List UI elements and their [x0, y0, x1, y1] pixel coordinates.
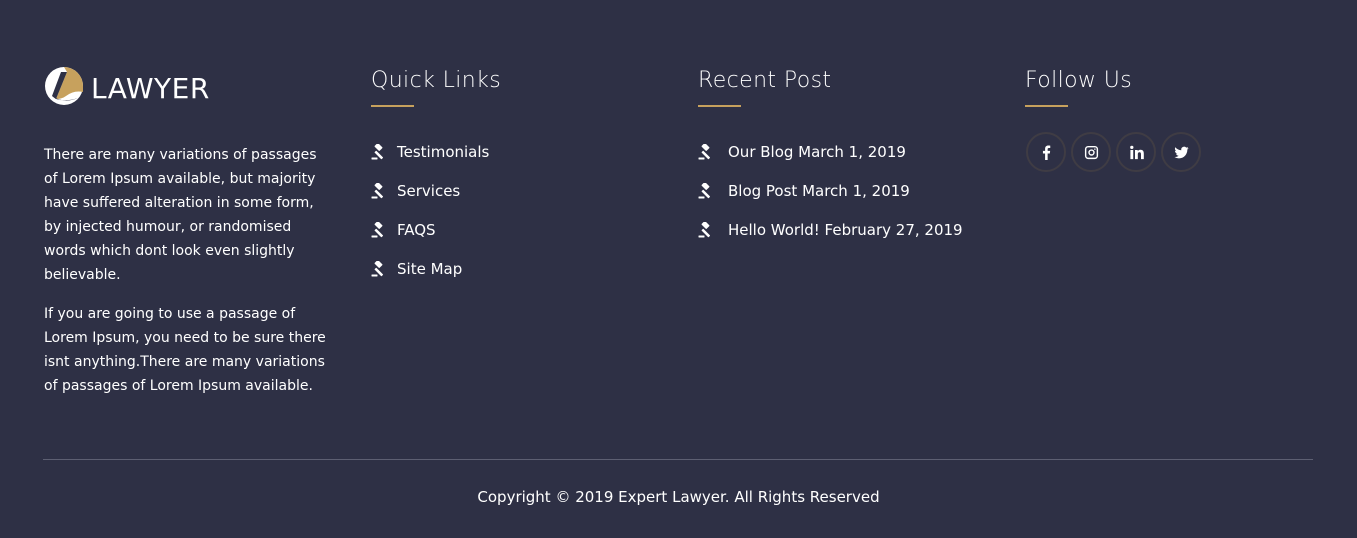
heading-underline	[698, 105, 741, 107]
recent-posts-column: Recent Post Our Blog March 1, 2019 Blog …	[698, 62, 1018, 249]
recent-post-label[interactable]: Blog Post March 1, 2019	[728, 182, 910, 200]
gavel-icon	[698, 182, 711, 198]
brand-name: LAWYER	[91, 71, 210, 105]
footer-divider	[43, 459, 1313, 460]
gavel-icon	[698, 221, 711, 237]
facebook-icon	[1042, 144, 1050, 160]
about-text: There are many variations of passages of…	[44, 143, 344, 398]
quick-link-faqs[interactable]: FAQS	[371, 210, 671, 249]
quick-link-services[interactable]: Services	[371, 171, 671, 210]
recent-post-label[interactable]: Hello World! February 27, 2019	[728, 221, 963, 239]
heading-underline	[371, 105, 414, 107]
quick-links-column: Quick Links Testimonials Services FAQS S…	[371, 62, 671, 288]
gavel-icon	[371, 143, 384, 159]
quick-link-label[interactable]: Services	[397, 182, 460, 200]
quick-link-site-map[interactable]: Site Map	[371, 249, 671, 288]
quick-link-label[interactable]: FAQS	[397, 221, 436, 239]
logo-mark-icon	[45, 67, 83, 105]
recent-post-item[interactable]: Hello World! February 27, 2019	[698, 210, 1018, 249]
recent-posts-list: Our Blog March 1, 2019 Blog Post March 1…	[698, 132, 1018, 249]
copyright-text: Copyright © 2019 Expert Lawyer. All Righ…	[477, 488, 880, 506]
twitter-button[interactable]	[1161, 132, 1201, 172]
facebook-button[interactable]	[1026, 132, 1066, 172]
about-paragraph-2: If you are going to use a passage of Lor…	[44, 306, 326, 394]
quick-link-label[interactable]: Testimonials	[397, 143, 489, 161]
follow-us-column: Follow Us	[1025, 62, 1325, 172]
gavel-icon	[371, 260, 384, 276]
quick-link-label[interactable]: Site Map	[397, 260, 462, 278]
quick-links-heading: Quick Links	[371, 68, 502, 93]
instagram-button[interactable]	[1071, 132, 1111, 172]
recent-posts-heading: Recent Post	[698, 68, 832, 93]
social-links	[1025, 132, 1325, 172]
gavel-icon	[371, 182, 384, 198]
about-paragraph-1: There are many variations of passages of…	[44, 147, 317, 283]
linkedin-icon	[1129, 145, 1144, 159]
gavel-icon	[698, 143, 711, 159]
quick-links-list: Testimonials Services FAQS Site Map	[371, 132, 671, 288]
follow-us-heading: Follow Us	[1025, 68, 1133, 93]
recent-post-item[interactable]: Our Blog March 1, 2019	[698, 132, 1018, 171]
recent-post-item[interactable]: Blog Post March 1, 2019	[698, 171, 1018, 210]
recent-post-label[interactable]: Our Blog March 1, 2019	[728, 143, 906, 161]
heading-underline	[1025, 105, 1068, 107]
brand-logo[interactable]: LAWYER	[44, 64, 344, 108]
footer-about-column: LAWYER There are many variations of pass…	[44, 62, 344, 398]
twitter-icon	[1173, 146, 1189, 158]
linkedin-button[interactable]	[1116, 132, 1156, 172]
quick-link-testimonials[interactable]: Testimonials	[371, 132, 671, 171]
instagram-icon	[1084, 145, 1098, 159]
gavel-icon	[371, 221, 384, 237]
